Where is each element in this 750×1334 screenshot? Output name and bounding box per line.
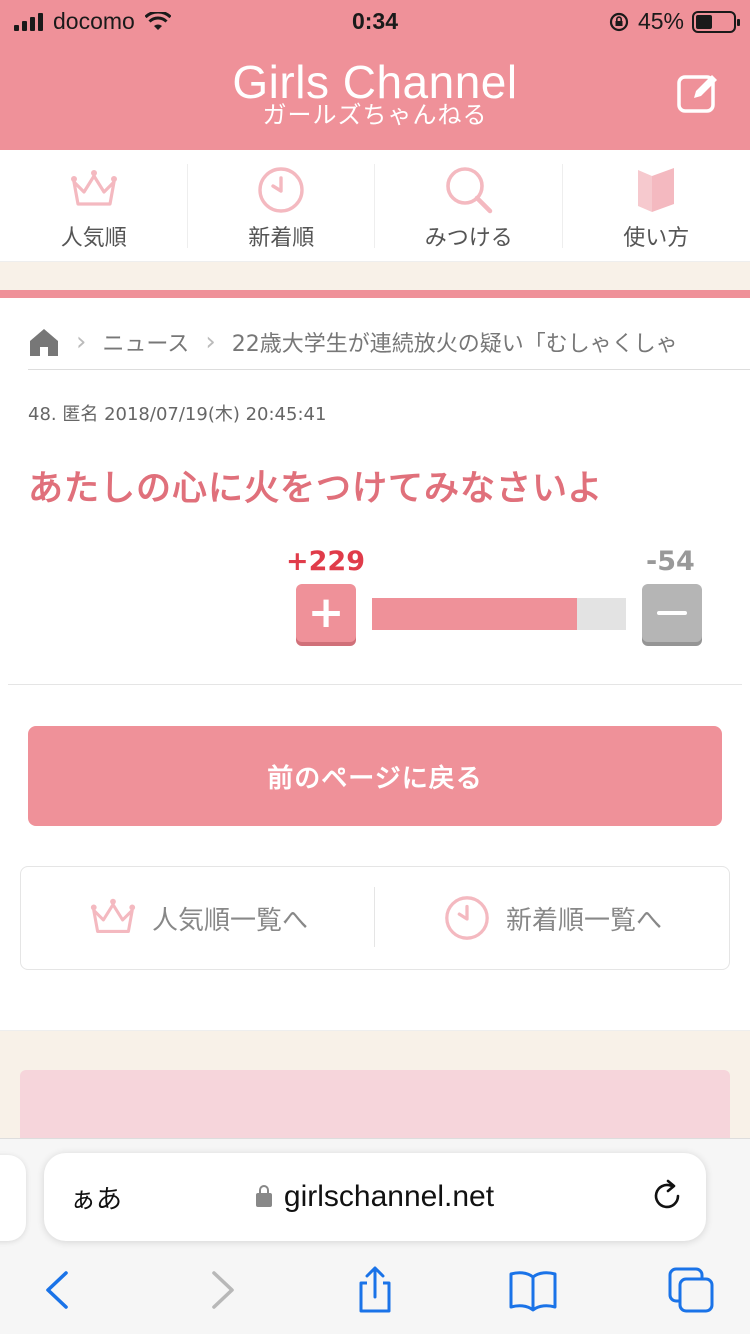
popular-list-link[interactable]: 人気順一覧へ (21, 867, 375, 969)
home-icon[interactable] (28, 327, 60, 357)
site-logo[interactable]: Girls Channel ガールズちゃんねる (0, 58, 750, 128)
book-icon (638, 168, 675, 212)
browser-toolbar (0, 1265, 750, 1325)
tabs-icon[interactable] (666, 1265, 716, 1315)
nav-newest[interactable]: 新着順 (188, 150, 376, 261)
vote-ratio-fill (372, 598, 578, 630)
bookmarks-icon[interactable] (508, 1265, 558, 1315)
nav-popular[interactable]: 人気順 (0, 150, 188, 261)
forward-arrow-icon[interactable] (196, 1265, 246, 1315)
status-bar: docomo 0:34 45% (0, 0, 750, 44)
nav-popular-label: 人気順 (60, 226, 127, 251)
nav-newest-label: 新着順 (248, 226, 315, 251)
previous-tab-peek[interactable] (0, 1155, 26, 1241)
back-arrow-icon[interactable] (34, 1265, 84, 1315)
battery-icon (692, 10, 740, 33)
reload-icon[interactable] (650, 1179, 684, 1213)
search-icon (445, 167, 492, 214)
plus-count: +229 (286, 546, 365, 577)
url-text: girlschannel.net (283, 1180, 495, 1213)
plus-vote-button[interactable]: + (296, 584, 356, 642)
header-bar: docomo 0:34 45% Girls Channel ガールズちゃんねる (0, 0, 750, 150)
compose-icon[interactable] (676, 70, 720, 114)
clock-icon (258, 167, 304, 213)
minus-vote-button[interactable] (642, 584, 702, 642)
url-display[interactable]: girlschannel.net (44, 1180, 706, 1214)
list-links: 人気順一覧へ 新着順一覧へ (20, 866, 730, 970)
rotation-lock-icon (609, 12, 629, 31)
section-spacer (0, 262, 750, 290)
crown-icon (90, 898, 136, 933)
minus-count: -54 (646, 546, 695, 577)
vote-ratio-bar (372, 598, 626, 630)
main-nav: 人気順 新着順 みつける 使い方 (0, 150, 750, 262)
breadcrumb: › ニュース › 22歳大学生が連続放火の疑い「むしゃくしゃ (28, 314, 750, 370)
comment-body: あたしの心に火をつけてみなさいよ (28, 469, 604, 509)
accent-line (0, 290, 750, 298)
site-title-ja: ガールズちゃんねる (262, 101, 488, 129)
ad-placeholder (20, 1070, 730, 1140)
share-icon[interactable] (350, 1265, 400, 1315)
browser-chrome: ぁあ girlschannel.net (0, 1138, 750, 1334)
clock-icon (445, 896, 489, 940)
breadcrumb-topic[interactable]: 22歳大学生が連続放火の疑い「むしゃくしゃ (232, 326, 678, 358)
newest-list-link[interactable]: 新着順一覧へ (375, 867, 729, 969)
newest-list-label: 新着順一覧へ (505, 905, 662, 936)
nav-search-label: みつける (424, 226, 513, 251)
address-bar[interactable]: ぁあ girlschannel.net (44, 1153, 706, 1241)
nav-search[interactable]: みつける (375, 150, 563, 261)
back-button[interactable]: 前のページに戻る (28, 726, 722, 826)
battery-percent: 45% (637, 8, 684, 34)
divider (8, 684, 742, 685)
crown-icon (70, 170, 117, 206)
breadcrumb-section[interactable]: ニュース (102, 326, 189, 358)
lock-icon (255, 1185, 272, 1207)
chevron-right-icon: › (205, 326, 216, 357)
status-right: 45% (608, 8, 740, 35)
chevron-right-icon: › (76, 326, 87, 357)
comment-meta: 48. 匿名 2018/07/19(木) 20:45:41 (28, 404, 327, 425)
site-title-en: Girls Channel (232, 56, 518, 108)
nav-guide-label: 使い方 (623, 226, 690, 251)
nav-guide[interactable]: 使い方 (563, 150, 750, 261)
minus-icon (657, 611, 687, 615)
popular-list-label: 人気順一覧へ (151, 905, 308, 936)
